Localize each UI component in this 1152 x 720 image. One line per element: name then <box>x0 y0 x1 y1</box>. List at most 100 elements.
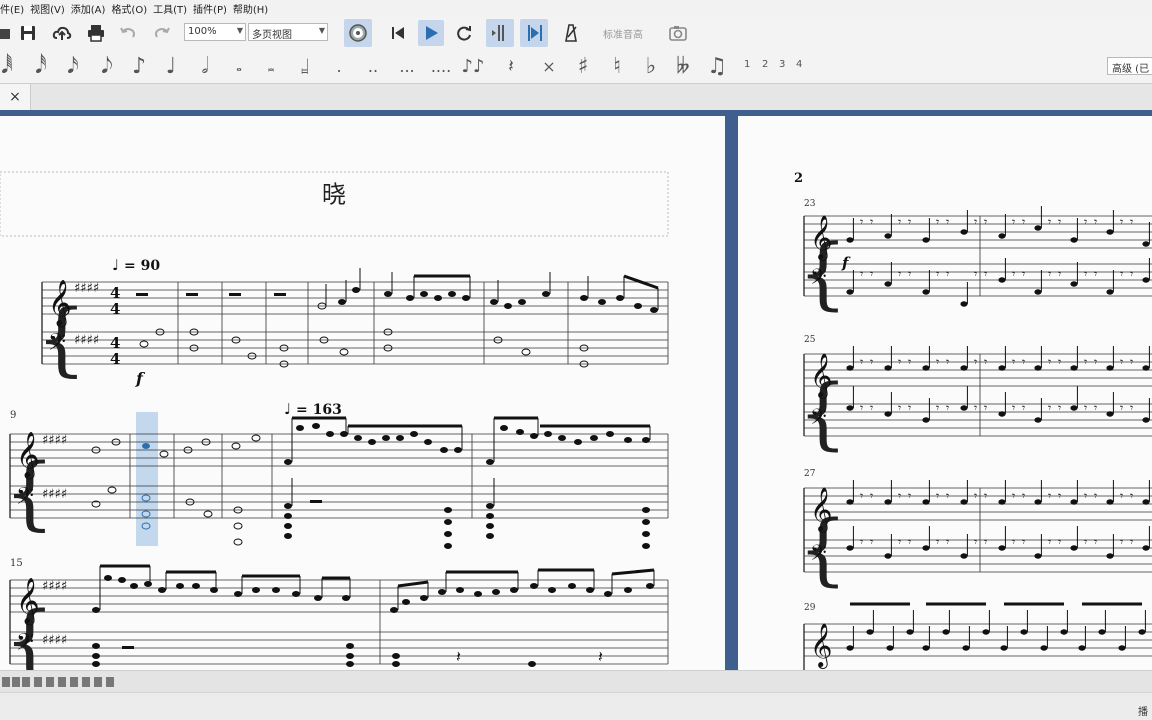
rest-mark[interactable]: 𝄾 <box>870 355 873 369</box>
note-head[interactable] <box>1040 645 1048 651</box>
note-head[interactable] <box>1070 365 1078 371</box>
rest-mark[interactable]: 𝄾 <box>1022 267 1025 281</box>
note-head[interactable] <box>1106 289 1114 295</box>
toggle-natural-icon[interactable]: × <box>536 54 562 80</box>
rest-mark[interactable]: 𝄾 <box>1084 215 1087 229</box>
rest-mark[interactable]: 𝄾 <box>936 267 939 281</box>
note-head[interactable] <box>884 411 892 417</box>
16th-note-icon[interactable]: 𝅘𝅥𝅯 <box>60 54 86 80</box>
note-head[interactable] <box>942 629 950 635</box>
note-head[interactable] <box>1034 417 1042 423</box>
rest-mark[interactable]: 𝄾 <box>1058 355 1061 369</box>
rest-mark[interactable]: 𝄾 <box>1084 401 1087 415</box>
rest-mark[interactable]: 𝄾 <box>984 355 987 369</box>
note-head[interactable] <box>1078 645 1086 651</box>
note-head[interactable] <box>886 645 894 651</box>
rest-mark[interactable]: 𝄾 <box>1094 267 1097 281</box>
rest-mark[interactable]: 𝄾 <box>1022 401 1025 415</box>
rest-mark[interactable]: 𝄾 <box>898 215 901 229</box>
note-head[interactable] <box>1000 645 1008 651</box>
menu-plugins[interactable]: 插件(P) <box>193 1 233 16</box>
rest-mark[interactable]: 𝄾 <box>1022 215 1025 229</box>
32nd-note-icon[interactable]: 𝅘𝅥𝅰 <box>28 54 54 80</box>
note-head[interactable] <box>846 289 854 295</box>
note-head[interactable] <box>884 553 892 559</box>
note-head[interactable] <box>1106 365 1114 371</box>
rest-mark[interactable]: 𝄾 <box>984 489 987 503</box>
note-head[interactable] <box>1020 629 1028 635</box>
view-mode-combo[interactable]: 多页视图 ▼ <box>248 23 328 41</box>
rest-mark[interactable]: 𝄾 <box>974 535 977 549</box>
score-page-2[interactable]: 2 23 { 𝄞 𝄢 f 25 {𝄞 𝄢 27 {𝄞 𝄢 29 𝄞 𝄾 𝄾 … <box>738 116 1152 670</box>
voice-1[interactable]: 1 <box>744 59 750 70</box>
note-head[interactable] <box>866 629 874 635</box>
rest-mark[interactable]: 𝄾 <box>860 215 863 229</box>
metronome-toggle-icon[interactable] <box>558 21 582 45</box>
note-head[interactable] <box>1070 545 1078 551</box>
rest-mark[interactable]: 𝄾 <box>908 355 911 369</box>
score-page-1[interactable]: 晓 ♩ = 90 { 𝄞 𝄢 ♯♯♯♯ ♯♯♯♯ 4 4 4 4 f 9 ♩ =… <box>0 116 725 670</box>
close-tab-button[interactable]: × <box>0 84 31 110</box>
rest-mark[interactable]: 𝄾 <box>1012 355 1015 369</box>
rewind-icon[interactable] <box>386 21 410 45</box>
note-head[interactable] <box>960 499 968 505</box>
dynamic-forte-1[interactable]: f <box>135 369 146 388</box>
undo-icon[interactable] <box>116 21 140 45</box>
rest-mark[interactable]: 𝄾 <box>870 535 873 549</box>
rest-mark[interactable]: 𝄾 <box>908 401 911 415</box>
flip-direction-icon[interactable]: ♫ <box>704 54 730 80</box>
note-head[interactable] <box>884 499 892 505</box>
rest-mark[interactable]: 𝄾 <box>1094 535 1097 549</box>
64th-note-icon[interactable]: 𝅘𝅥𝅱 <box>0 54 20 80</box>
rest-mark[interactable]: 𝄾 <box>974 489 977 503</box>
note-head[interactable] <box>922 417 930 423</box>
rest-icon[interactable]: 𝄽 <box>498 54 524 80</box>
rest-mark[interactable]: 𝄾 <box>1120 267 1123 281</box>
rest-mark[interactable]: 𝄾 <box>898 401 901 415</box>
note-head[interactable] <box>1142 365 1150 371</box>
rest-mark[interactable]: 𝄾 <box>860 489 863 503</box>
half-note-icon[interactable]: 𝅗𝅥 <box>192 54 218 80</box>
natural-icon[interactable]: ♮ <box>604 54 630 80</box>
double-flat-icon[interactable]: 𝄫 <box>670 54 696 80</box>
rest-mark[interactable]: 𝄾 <box>936 489 939 503</box>
8th-note-variant-icon[interactable]: 𝅘𝅥𝅮 <box>94 54 120 80</box>
rest-mark[interactable]: 𝄾 <box>860 355 863 369</box>
rest-mark[interactable]: 𝄾 <box>936 401 939 415</box>
note-head[interactable] <box>998 233 1006 239</box>
quarter-note-icon[interactable]: ♩ <box>158 54 184 80</box>
rest-mark[interactable]: 𝄾 <box>1058 215 1061 229</box>
zoom-combo[interactable]: 100% ▼ <box>184 23 246 41</box>
note-head[interactable] <box>960 405 968 411</box>
redo-icon[interactable] <box>150 21 174 45</box>
note-head[interactable] <box>1034 289 1042 295</box>
rest-mark[interactable]: 𝄾 <box>1058 267 1061 281</box>
note-head[interactable] <box>846 499 854 505</box>
note-head[interactable] <box>1142 277 1150 283</box>
note-head[interactable] <box>1034 365 1042 371</box>
rest-mark[interactable]: 𝄾 <box>1058 535 1061 549</box>
note-head[interactable] <box>960 301 968 307</box>
note-head[interactable] <box>1106 499 1114 505</box>
note-head[interactable] <box>998 365 1006 371</box>
rest-mark[interactable]: 𝄾 <box>936 535 939 549</box>
workspace-combo[interactable]: 高级 (已 <box>1107 57 1152 75</box>
rest-mark[interactable]: 𝄾 <box>860 535 863 549</box>
note-head[interactable] <box>1034 553 1042 559</box>
tempo-marking-1[interactable]: = 90 <box>124 258 160 274</box>
rest-mark[interactable]: 𝄾 <box>898 267 901 281</box>
concert-pitch-label[interactable]: 标准音高 <box>603 26 643 41</box>
rest-mark[interactable]: 𝄾 <box>1120 215 1123 229</box>
rest-mark[interactable]: 𝄾 <box>1130 215 1133 229</box>
note-head[interactable] <box>998 499 1006 505</box>
rest-mark[interactable]: 𝄾 <box>1048 489 1051 503</box>
rest-mark[interactable]: 𝄾 <box>1084 267 1087 281</box>
rest-mark[interactable]: 𝄾 <box>860 401 863 415</box>
note-head[interactable] <box>1138 629 1146 635</box>
rest-mark[interactable]: 𝄾 <box>1012 489 1015 503</box>
rest-mark[interactable]: 𝄾 <box>1120 401 1123 415</box>
note-head[interactable] <box>960 553 968 559</box>
camera-icon[interactable] <box>666 21 690 45</box>
rest-mark[interactable]: 𝄾 <box>908 267 911 281</box>
note-head[interactable] <box>1118 645 1126 651</box>
